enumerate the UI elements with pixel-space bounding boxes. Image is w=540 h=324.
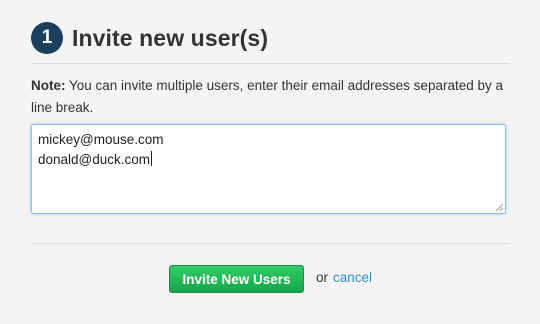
invite-users-panel: 1 Invite new user(s) Note: You can invit…: [0, 0, 540, 324]
note-label: Note:: [31, 78, 66, 93]
invite-new-users-button[interactable]: Invite New Users: [169, 265, 304, 293]
divider-top: [31, 63, 510, 64]
divider-bottom: [31, 243, 510, 244]
page-title: Invite new user(s): [72, 24, 269, 51]
resize-grip-icon[interactable]: [495, 203, 503, 211]
note-text: Note: You can invite multiple users, ent…: [31, 75, 521, 119]
step-number-badge: 1: [31, 22, 63, 54]
text-caret: [151, 151, 153, 166]
email-line-text: donald@duck.com: [38, 152, 151, 167]
section-header: 1 Invite new user(s): [31, 21, 268, 55]
email-addresses-textarea[interactable]: mickey@mouse.com donald@duck.com: [31, 124, 506, 214]
email-line: mickey@mouse.com: [38, 132, 164, 147]
email-line: donald@duck.com: [38, 150, 499, 170]
or-separator: or: [316, 270, 329, 285]
note-body: You can invite multiple users, enter the…: [31, 78, 503, 115]
form-actions: Invite New Users or cancel: [0, 264, 540, 294]
cancel-link[interactable]: cancel: [333, 270, 372, 285]
